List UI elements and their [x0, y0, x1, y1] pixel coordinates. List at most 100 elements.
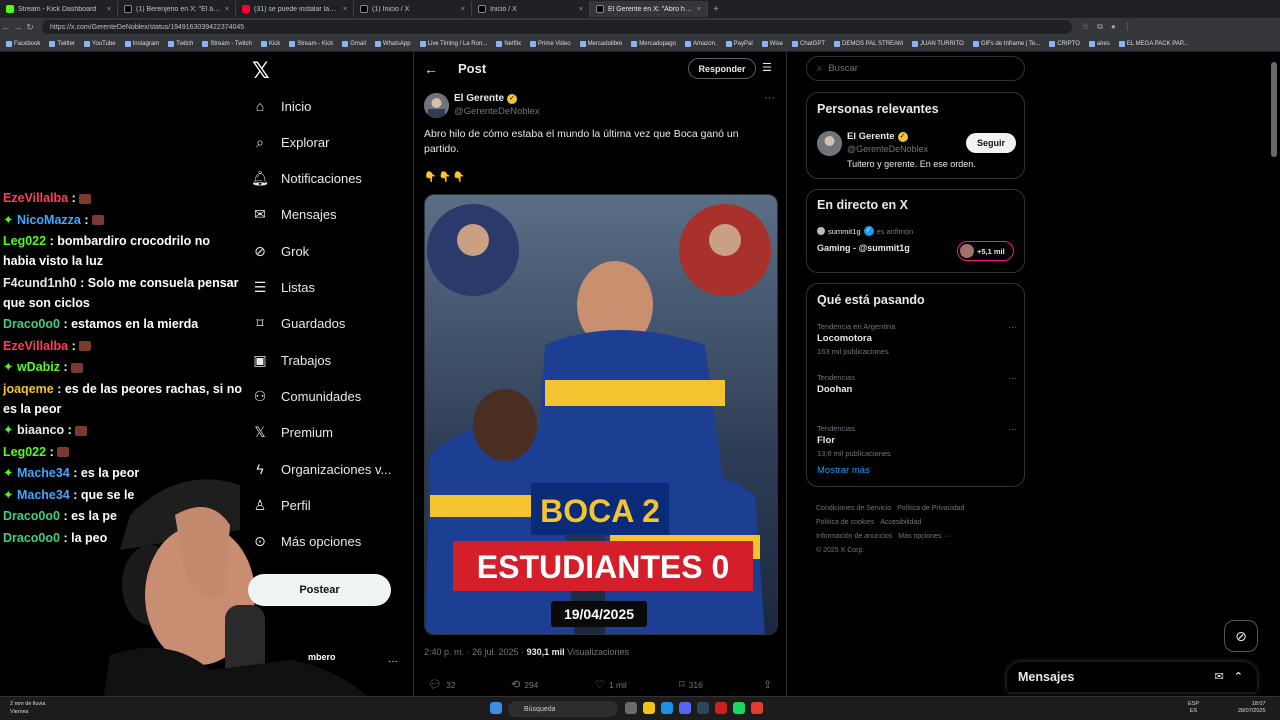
bookmark-item[interactable]: aires: [1088, 40, 1110, 47]
messages-dock[interactable]: Mensajes ✉ ⌃: [1007, 662, 1257, 692]
browser-tab[interactable]: Inicio / X ×: [472, 1, 590, 17]
nav-item-guardados[interactable]: ⌑ Guardados: [252, 315, 345, 332]
browser-tab[interactable]: (1) Inicio / X ×: [354, 1, 472, 17]
discord-icon[interactable]: [679, 702, 691, 714]
url-input[interactable]: https://x.com/GerenteDeNoblex/status/194…: [42, 20, 1072, 34]
grok-button[interactable]: ⊘: [1224, 620, 1258, 652]
reload-icon[interactable]: ↻: [24, 22, 36, 33]
bookmark-item[interactable]: Kick: [260, 40, 280, 47]
bookmark-item[interactable]: Mercadolibre: [579, 40, 622, 47]
relevant-name[interactable]: El Gerente ✓: [847, 131, 908, 142]
taskbar-search[interactable]: Búsqueda: [508, 701, 618, 717]
scrollbar-thumb[interactable]: [1271, 62, 1277, 157]
bookmark-item[interactable]: Stream - Kick: [289, 40, 333, 47]
bookmark-item[interactable]: Facebook: [6, 40, 40, 47]
live-host[interactable]: summit1g ✓ es anfitrión: [817, 226, 913, 236]
trend-item[interactable]: Tendencia en Argentina Locomotora 163 mil …: [817, 322, 1017, 356]
bookmark-item[interactable]: Gmail: [342, 40, 366, 47]
footer-link[interactable]: Política de Privacidad: [897, 505, 964, 512]
relevant-avatar[interactable]: [817, 131, 842, 156]
close-tab-icon[interactable]: ×: [225, 6, 229, 13]
nav-item-inicio[interactable]: ⌂ Inicio: [252, 98, 312, 114]
relevant-handle[interactable]: @GerenteDeNoblex: [847, 144, 928, 154]
search-input[interactable]: ⌕ Buscar: [806, 56, 1025, 81]
bookmark-item[interactable]: PayPal: [725, 40, 753, 47]
bookmark-item[interactable]: EL MEGA PACK PAP...: [1118, 40, 1188, 47]
nav-item-explorar[interactable]: ⌕ Explorar: [252, 134, 329, 150]
browser-tab[interactable]: Stream - Kick Dashboard ×: [0, 1, 118, 17]
nav-item-comunidades[interactable]: ⚇ Comunidades: [252, 388, 362, 404]
bookmark-item[interactable]: JUAN TURRITO: [912, 40, 964, 47]
author-handle[interactable]: @GerenteDeNoblex: [454, 106, 540, 117]
bookmark-item[interactable]: Twitter: [49, 40, 75, 47]
trend-item[interactable]: Tendencias Doohan ···: [817, 373, 1017, 398]
nav-item-mensajes[interactable]: ✉ Mensajes: [252, 206, 337, 223]
app-icon[interactable]: [715, 702, 727, 714]
spotify-icon[interactable]: [733, 702, 745, 714]
show-more-link[interactable]: Mostrar más: [817, 465, 870, 476]
trend-more-icon[interactable]: ···: [1008, 424, 1017, 434]
author-name[interactable]: El Gerente ✓: [454, 93, 518, 104]
star-icon[interactable]: ☆: [1082, 22, 1089, 32]
back-arrow-icon[interactable]: ←: [424, 61, 438, 77]
file-explorer-icon[interactable]: [643, 702, 655, 714]
bookmark-item[interactable]: Mercadopago: [631, 40, 676, 47]
live-stream-title[interactable]: Gaming - @summit1g: [817, 243, 910, 253]
forward-arrow-icon[interactable]: →: [12, 22, 24, 32]
reply-button[interactable]: Responder: [688, 58, 756, 79]
bookmark-item[interactable]: Twitch: [168, 40, 193, 47]
footer-link[interactable]: Política de cookies: [816, 519, 874, 526]
trend-item[interactable]: Tendencias Flor 13,6 mil publicaciones ···: [817, 424, 1017, 458]
back-arrow-icon[interactable]: ←: [0, 22, 12, 32]
chrome-icon[interactable]: [751, 702, 763, 714]
nav-item-notificaciones[interactable]: 🔔︎ Notificaciones: [251, 170, 362, 187]
bookmark-item[interactable]: CRIPTO: [1049, 40, 1080, 47]
close-tab-icon[interactable]: ×: [697, 6, 701, 13]
browser-tab[interactable]: El Gerente en X: "Abro hilo de có ×: [590, 1, 708, 17]
bookmark-item[interactable]: WhatsApp: [374, 40, 411, 47]
language-indicator[interactable]: ESP ES: [1188, 701, 1199, 715]
close-tab-icon[interactable]: ×: [579, 6, 583, 13]
nav-item-trabajos[interactable]: ▣ Trabajos: [252, 352, 331, 368]
account-more-icon[interactable]: ···: [388, 656, 398, 667]
account-name[interactable]: mbero: [308, 652, 336, 662]
nav-item-más-opciones[interactable]: ⊙ Más opciones: [252, 533, 361, 550]
page-scrollbar[interactable]: [1270, 52, 1278, 692]
steam-icon[interactable]: [697, 702, 709, 714]
expand-chevron-icon[interactable]: ⌃: [1234, 670, 1243, 683]
sliders-icon[interactable]: ☰: [762, 61, 772, 74]
windows-start-icon[interactable]: [490, 702, 502, 714]
footer-link[interactable]: Accesibilidad: [880, 519, 921, 526]
bookmark-item[interactable]: Wise: [761, 40, 783, 47]
footer-link[interactable]: Información de anuncios: [816, 533, 892, 540]
repost-action[interactable]: ⟲ 294: [511, 678, 538, 691]
bookmark-item[interactable]: GIFs de Inframe | Te...: [972, 40, 1040, 47]
more-options-icon[interactable]: ···: [764, 92, 775, 104]
follow-button[interactable]: Seguir: [966, 133, 1016, 153]
bookmark-item[interactable]: Live Timing / La Ron...: [419, 40, 487, 47]
browser-tab[interactable]: (1) Berenjeno en X: "El árbitro en ×: [118, 1, 236, 17]
footer-link[interactable]: © 2025 X Corp.: [816, 547, 864, 554]
footer-link[interactable]: Condiciones de Servicio: [816, 505, 891, 512]
weather-widget[interactable]: 2 mm de lluvia Viernes: [10, 700, 45, 716]
x-logo-icon[interactable]: 𝕏: [252, 58, 270, 84]
bookmark-item[interactable]: Amazon.: [684, 40, 717, 47]
bookmark-item[interactable]: ChatGPT: [792, 40, 825, 47]
nav-item-perfil[interactable]: ♙ Perfil: [252, 497, 311, 513]
edge-icon[interactable]: [661, 702, 673, 714]
footer-link[interactable]: Más opciones ···: [898, 533, 950, 540]
close-tab-icon[interactable]: ×: [107, 6, 111, 13]
bookmark-item[interactable]: YouTube: [84, 40, 116, 47]
reply-action[interactable]: 💬︎ 32: [428, 678, 455, 691]
bookmark-item[interactable]: Netflix: [496, 40, 521, 47]
menu-dots-icon[interactable]: ⋮: [1124, 22, 1132, 32]
bookmark-item[interactable]: Prime Video: [529, 40, 571, 47]
profile-avatar-icon[interactable]: ●: [1111, 22, 1116, 32]
close-tab-icon[interactable]: ×: [343, 6, 347, 13]
post-button[interactable]: Postear: [248, 574, 391, 606]
task-view-icon[interactable]: [625, 702, 637, 714]
bookmark-item[interactable]: Instagram: [124, 40, 159, 47]
live-listeners-pill[interactable]: +5,1 mil: [957, 241, 1014, 261]
bookmark-item[interactable]: DEMOS PAL STREAM: [834, 40, 903, 47]
nav-item-premium[interactable]: 𝕏 Premium: [252, 424, 333, 441]
